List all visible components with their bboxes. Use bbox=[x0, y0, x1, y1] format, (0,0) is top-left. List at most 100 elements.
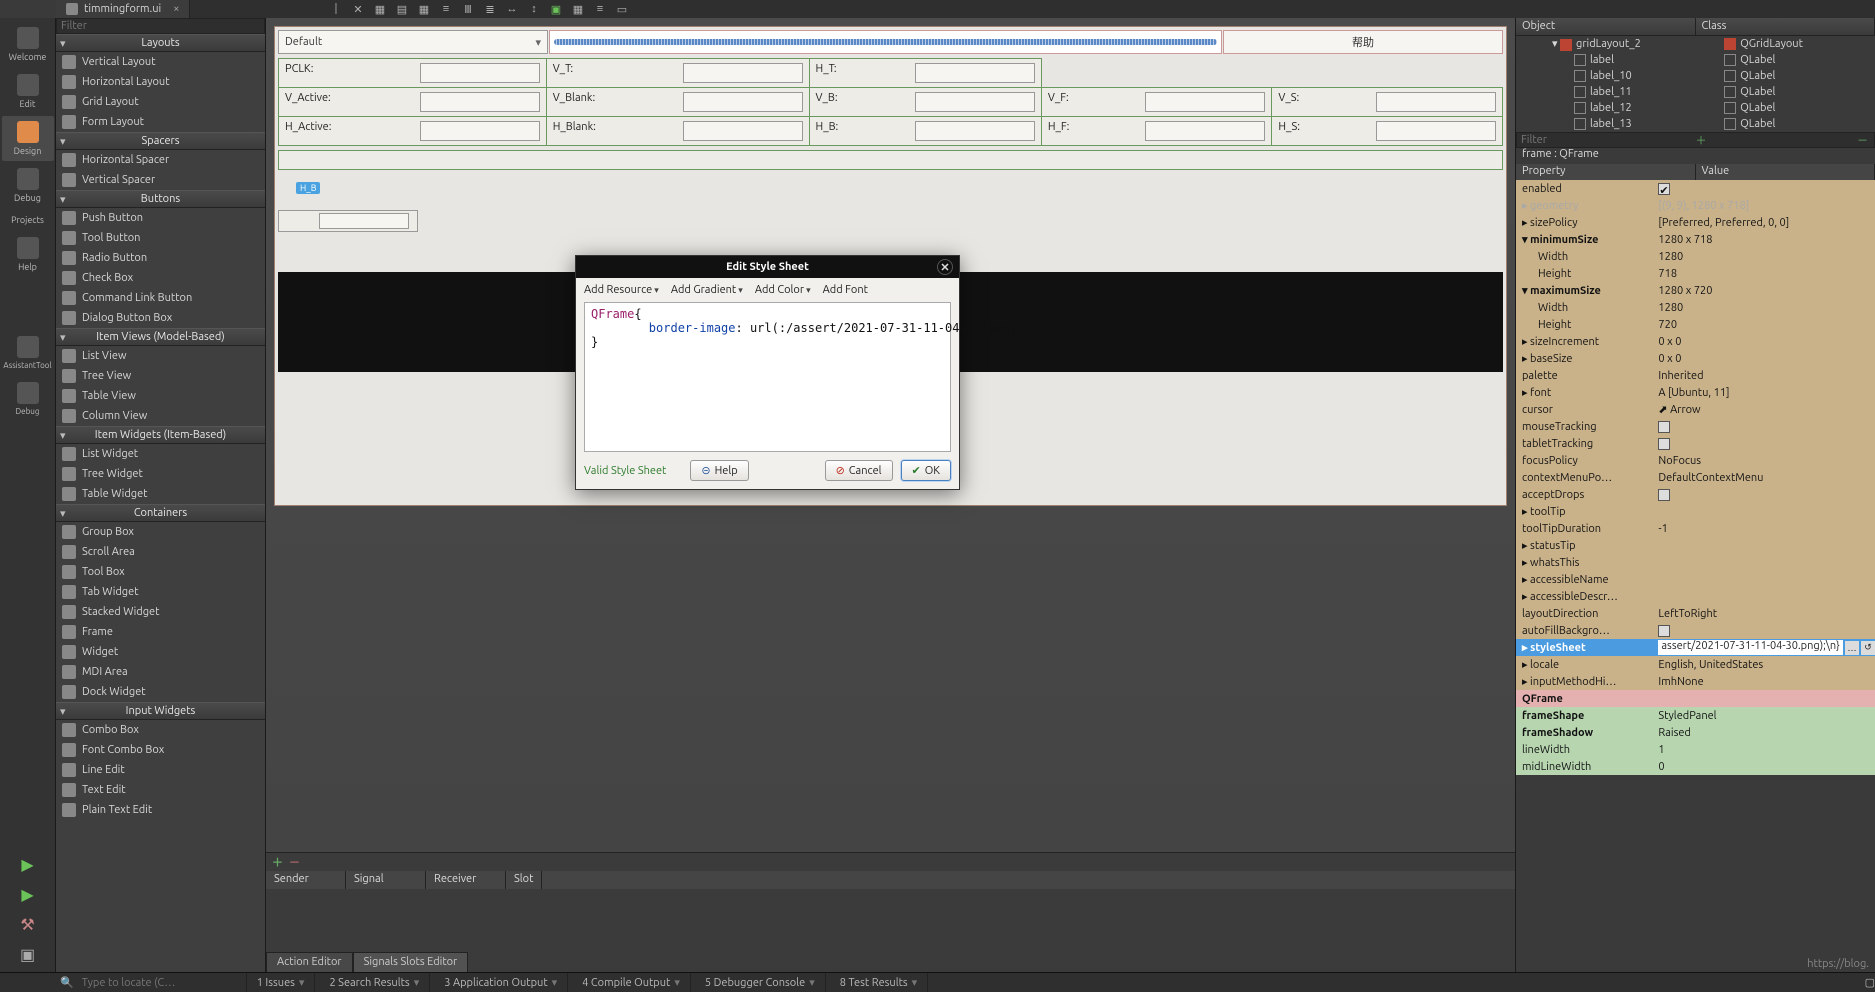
output-tab--application-output[interactable]: 3 Application Output ▾ bbox=[434, 973, 568, 992]
h_active-input[interactable] bbox=[420, 121, 540, 141]
mode2-debug[interactable]: Debug bbox=[2, 377, 54, 421]
wb-item-text-edit[interactable]: Text Edit bbox=[56, 780, 265, 800]
tool-layout2-icon[interactable]: ▦ bbox=[416, 1, 432, 17]
obj-label_10[interactable]: label_10QLabel bbox=[1516, 68, 1875, 84]
wb-item-column-view[interactable]: Column View bbox=[56, 406, 265, 426]
prop-add-icon[interactable]: ＋ bbox=[1693, 132, 1708, 148]
wb-cat-spacers[interactable]: Spacers bbox=[56, 132, 265, 150]
obj-gridLayout_2[interactable]: ▾ gridLayout_2QGridLayout bbox=[1516, 36, 1875, 52]
prop-layoutdirection[interactable]: layoutDirectionLeftToRight bbox=[1516, 605, 1875, 622]
prop-remove-icon[interactable]: － bbox=[1855, 132, 1870, 148]
wb-item-mdi-area[interactable]: MDI Area bbox=[56, 662, 265, 682]
tool-grid2-icon[interactable]: ▦ bbox=[570, 1, 586, 17]
tool-run-icon[interactable]: ▣ bbox=[548, 1, 564, 17]
prop-palette[interactable]: paletteInherited bbox=[1516, 367, 1875, 384]
tool-x-icon[interactable]: ✕ bbox=[350, 1, 366, 17]
prop-accessibledescr-[interactable]: ▸ accessibleDescr… bbox=[1516, 588, 1875, 605]
output-tab--issues[interactable]: 1 Issues ▾ bbox=[246, 973, 316, 992]
file-tab[interactable]: timmingform.ui × bbox=[56, 0, 190, 18]
wb-item-tool-button[interactable]: Tool Button bbox=[56, 228, 265, 248]
wb-item-form-layout[interactable]: Form Layout bbox=[56, 112, 265, 132]
tool-halign-icon[interactable]: Ⅲ bbox=[460, 1, 476, 17]
prop-mousetracking[interactable]: mouseTracking bbox=[1516, 418, 1875, 435]
prop-cursor[interactable]: cursor⬈ Arrow bbox=[1516, 401, 1875, 418]
wb-item-font-combo-box[interactable]: Font Combo Box bbox=[56, 740, 265, 760]
object-tree[interactable]: ▾ gridLayout_2QGridLayoutlabelQLabellabe… bbox=[1516, 36, 1875, 132]
wb-item-table-widget[interactable]: Table Widget bbox=[56, 484, 265, 504]
tool-group-icon[interactable]: ▦ bbox=[372, 1, 388, 17]
prop-tablettracking[interactable]: tabletTracking bbox=[1516, 435, 1875, 452]
wb-cat-buttons[interactable]: Buttons bbox=[56, 190, 265, 208]
wb-cat-containers[interactable]: Containers bbox=[56, 504, 265, 522]
mode-debug[interactable]: Debug bbox=[2, 163, 54, 208]
wb-cat-layouts[interactable]: Layouts bbox=[56, 34, 265, 52]
pclk-input[interactable] bbox=[420, 63, 540, 83]
prop-accessiblename[interactable]: ▸ accessibleName bbox=[1516, 571, 1875, 588]
wb-item-radio-button[interactable]: Radio Button bbox=[56, 248, 265, 268]
wb-item-command-link-button[interactable]: Command Link Button bbox=[56, 288, 265, 308]
v_b-input[interactable] bbox=[915, 92, 1035, 112]
wb-item-dialog-button-box[interactable]: Dialog Button Box bbox=[56, 308, 265, 328]
run-btn-3[interactable]: ▣ bbox=[16, 942, 40, 966]
prop-width[interactable]: Width1280 bbox=[1516, 299, 1875, 316]
prop-whatsthis[interactable]: ▸ whatsThis bbox=[1516, 554, 1875, 571]
wb-item-combo-box[interactable]: Combo Box bbox=[56, 720, 265, 740]
wb-item-tab-widget[interactable]: Tab Widget bbox=[56, 582, 265, 602]
mode-edit[interactable]: Edit bbox=[2, 69, 54, 114]
prop-font[interactable]: ▸ fontA [Ubuntu, 11] bbox=[1516, 384, 1875, 401]
wb-item-frame[interactable]: Frame bbox=[56, 622, 265, 642]
v_t-input[interactable] bbox=[683, 63, 803, 83]
prop-enabled[interactable]: enabled✔ bbox=[1516, 180, 1875, 197]
ss-col-slot[interactable]: Slot bbox=[506, 871, 542, 889]
preset-combo[interactable]: Default bbox=[278, 30, 548, 54]
output-tab--compile-output[interactable]: 4 Compile Output ▾ bbox=[572, 973, 691, 992]
tool-grid-icon[interactable]: ≣ bbox=[482, 1, 498, 17]
h_f-input[interactable] bbox=[1145, 121, 1265, 141]
wb-item-group-box[interactable]: Group Box bbox=[56, 522, 265, 542]
output-tab--debugger-console[interactable]: 5 Debugger Console ▾ bbox=[695, 973, 826, 992]
prop-height[interactable]: Height720 bbox=[1516, 316, 1875, 333]
wb-item-push-button[interactable]: Push Button bbox=[56, 208, 265, 228]
prop-autofillbackgro-[interactable]: autoFillBackgro… bbox=[1516, 622, 1875, 639]
obj-label[interactable]: labelQLabel bbox=[1516, 52, 1875, 68]
run-btn-0[interactable]: ▶ bbox=[16, 852, 40, 876]
mode-design[interactable]: Design bbox=[2, 116, 54, 161]
ss-tab-signals-slots-editor[interactable]: Signals Slots Editor bbox=[353, 952, 469, 972]
v_s-input[interactable] bbox=[1376, 92, 1496, 112]
prop-tooltipduration[interactable]: toolTipDuration-1 bbox=[1516, 520, 1875, 537]
prop-sizepolicy[interactable]: ▸ sizePolicy[Preferred, Preferred, 0, 0] bbox=[1516, 214, 1875, 231]
wb-item-list-view[interactable]: List View bbox=[56, 346, 265, 366]
wb-item-dock-widget[interactable]: Dock Widget bbox=[56, 682, 265, 702]
wb-item-tree-widget[interactable]: Tree Widget bbox=[56, 464, 265, 484]
wb-item-line-edit[interactable]: Line Edit bbox=[56, 760, 265, 780]
h_b-input[interactable] bbox=[915, 121, 1035, 141]
mode-projects[interactable]: Projects bbox=[2, 210, 54, 230]
stylesheet-reset-button[interactable]: ↺ bbox=[1861, 641, 1875, 655]
wb-cat-item-views-model-based-[interactable]: Item Views (Model-Based) bbox=[56, 328, 265, 346]
run-btn-1[interactable]: ▶ bbox=[16, 882, 40, 906]
add-connection-button[interactable]: ＋ bbox=[272, 854, 283, 870]
prop-minimumsize[interactable]: ▾ minimumSize1280 x 718 bbox=[1516, 231, 1875, 248]
tool-list-icon[interactable]: ≡ bbox=[592, 1, 608, 17]
prop-geometry[interactable]: ▸ geometry[(9, 9), 1280 x 718] bbox=[1516, 197, 1875, 214]
help-button[interactable]: ⊝Help bbox=[690, 460, 748, 481]
mode-welcome[interactable]: Welcome bbox=[2, 22, 54, 67]
run-btn-2[interactable]: ⚒ bbox=[16, 912, 40, 936]
mode-help[interactable]: Help bbox=[2, 232, 54, 277]
prop-width[interactable]: Width1280 bbox=[1516, 248, 1875, 265]
stylesheet-dots-button[interactable]: … bbox=[1845, 641, 1859, 655]
prop-frameshadow[interactable]: frameShadowRaised bbox=[1516, 724, 1875, 741]
close-tab-icon[interactable]: × bbox=[173, 3, 179, 15]
tool-layout-icon[interactable]: ▤ bbox=[394, 1, 410, 17]
wb-item-horizontal-layout[interactable]: Horizontal Layout bbox=[56, 72, 265, 92]
wb-item-vertical-layout[interactable]: Vertical Layout bbox=[56, 52, 265, 72]
tool-dist-h-icon[interactable]: ↔ bbox=[504, 1, 520, 17]
obj-label_12[interactable]: label_12QLabel bbox=[1516, 100, 1875, 116]
widgetbox-filter-input[interactable]: Filter bbox=[56, 18, 265, 34]
prop-maximumsize[interactable]: ▾ maximumSize1280 x 720 bbox=[1516, 282, 1875, 299]
locator-input[interactable]: Type to locate (C… bbox=[82, 977, 242, 989]
mode2-assistanttool[interactable]: AssistantTool bbox=[2, 331, 54, 375]
wb-item-tool-box[interactable]: Tool Box bbox=[56, 562, 265, 582]
add-resource-menu[interactable]: Add Resource bbox=[584, 284, 659, 296]
prop-acceptdrops[interactable]: acceptDrops bbox=[1516, 486, 1875, 503]
